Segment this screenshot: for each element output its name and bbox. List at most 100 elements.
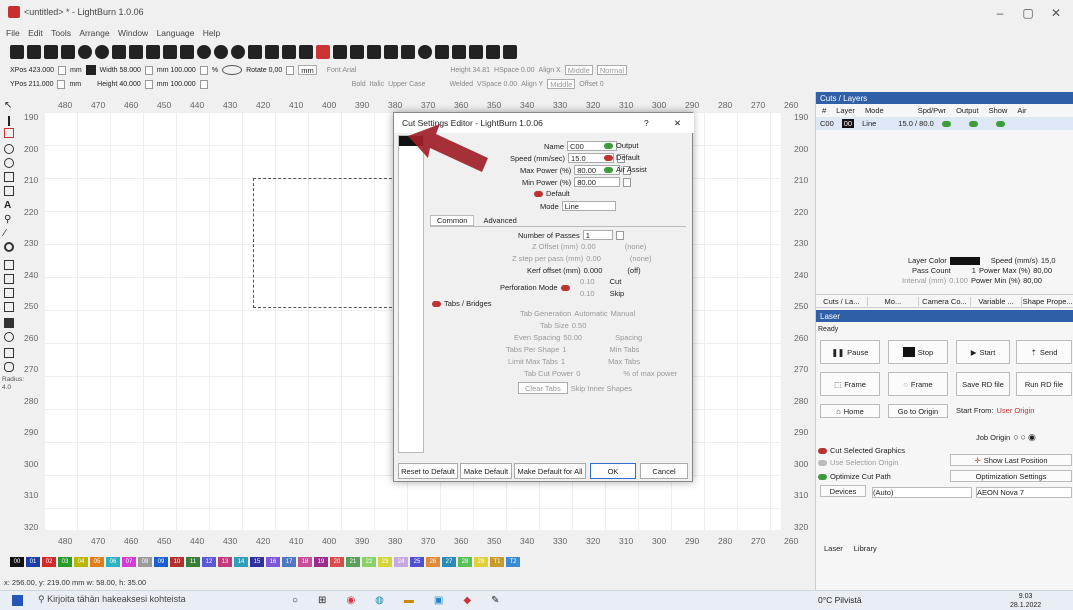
distribute-icon[interactable] <box>469 45 483 59</box>
perforation-toggle[interactable] <box>560 284 570 291</box>
power-max-value[interactable]: 80,00 <box>1033 266 1052 275</box>
corner-icon[interactable] <box>4 348 14 358</box>
tab-move[interactable]: Mo... <box>868 296 920 306</box>
edit-node-icon[interactable] <box>401 45 415 59</box>
undo-icon[interactable] <box>78 45 92 59</box>
z-step-input[interactable]: 0.00 <box>586 254 601 263</box>
minimize-button[interactable]: – <box>988 4 1012 22</box>
font-field[interactable]: Font Arial <box>327 67 357 74</box>
maximize-button[interactable]: ▢ <box>1016 4 1040 22</box>
boolean-diff-icon[interactable] <box>4 274 14 284</box>
measure-icon[interactable]: ⁄ <box>4 228 14 239</box>
pass-count-value[interactable]: 1 <box>972 266 976 275</box>
devices-button[interactable]: Devices <box>820 485 866 497</box>
target-icon[interactable] <box>418 45 432 59</box>
text-icon[interactable]: A <box>4 200 14 211</box>
paint-icon[interactable]: ✎ <box>491 595 499 606</box>
text-box-icon[interactable] <box>4 186 14 196</box>
cortana-icon[interactable]: ○ <box>292 595 298 606</box>
palette-swatch[interactable]: 18 <box>298 557 312 567</box>
radius-field[interactable]: 4.0 <box>2 384 11 391</box>
port-select[interactable]: (Auto) <box>873 488 893 497</box>
weather-widget[interactable]: 0°C Pilvistä <box>818 595 862 605</box>
width-spin[interactable] <box>144 65 153 75</box>
welded-toggle[interactable]: Welded <box>449 81 473 88</box>
selected-shape[interactable] <box>253 178 402 308</box>
menu-arrange[interactable]: Arrange <box>79 28 109 38</box>
palette-swatch[interactable]: T2 <box>506 557 520 567</box>
zoom-out-icon[interactable] <box>214 45 228 59</box>
layer-output-toggle[interactable] <box>941 120 951 127</box>
close-button[interactable]: ✕ <box>1044 4 1068 22</box>
align-y-select[interactable]: Middle <box>547 79 576 89</box>
optimize-toggle[interactable] <box>818 473 827 480</box>
palette-swatch[interactable]: 23 <box>378 557 392 567</box>
offset-icon[interactable] <box>4 242 14 252</box>
palette-swatch[interactable]: 00 <box>10 557 24 567</box>
tab-gen-manual[interactable]: Manual <box>611 309 636 318</box>
palette-swatch[interactable]: 22 <box>362 557 376 567</box>
palette-swatch[interactable]: 20 <box>330 557 344 567</box>
redo-icon[interactable] <box>95 45 109 59</box>
scale-x-field[interactable]: mm 100.000 <box>157 67 196 74</box>
mode-select[interactable]: Line <box>561 201 616 211</box>
palette-swatch[interactable]: 09 <box>154 557 168 567</box>
output-toggle[interactable] <box>604 142 613 149</box>
default-toggle[interactable] <box>604 154 613 161</box>
scale-y-field[interactable]: mm 100.000 <box>157 81 196 88</box>
layer-air-toggle[interactable] <box>995 120 1005 127</box>
menu-window[interactable]: Window <box>118 28 148 38</box>
arrange-icon[interactable] <box>486 45 500 59</box>
delete-icon[interactable] <box>163 45 177 59</box>
use-selection-origin-toggle[interactable] <box>818 459 827 466</box>
edge-icon[interactable]: ◍ <box>375 595 384 606</box>
save-icon[interactable] <box>44 45 58 59</box>
stop-button[interactable]: Stop <box>888 340 948 364</box>
help-button[interactable]: ? <box>644 118 649 128</box>
device-select[interactable]: AEON Nova 7 <box>977 488 1024 497</box>
tab-shape-props[interactable]: Shape Prope... <box>1022 296 1073 306</box>
palette-swatch[interactable]: 06 <box>106 557 120 567</box>
menu-file[interactable]: File <box>6 28 20 38</box>
vspace-field[interactable]: VSpace 0.00 <box>477 81 517 88</box>
position-laser-icon[interactable]: ⚲ <box>4 214 14 225</box>
palette-swatch[interactable]: 25 <box>410 557 424 567</box>
edit-nodes-icon[interactable] <box>8 116 10 126</box>
palette-swatch[interactable]: 26 <box>426 557 440 567</box>
lightburn-taskbar-icon[interactable]: ◆ <box>463 595 471 606</box>
explorer-icon[interactable]: ▬ <box>404 595 414 606</box>
tab-common[interactable]: Common <box>430 215 475 226</box>
tab-laser[interactable]: Laser <box>820 544 847 553</box>
line-icon[interactable] <box>4 172 14 182</box>
group-icon[interactable] <box>435 45 449 59</box>
clear-tabs-button[interactable]: Clear Tabs <box>518 382 568 394</box>
scale-y-spin[interactable] <box>199 79 208 89</box>
min-power-spin[interactable] <box>623 177 632 187</box>
italic-toggle[interactable]: Italic <box>370 81 384 88</box>
save-as-icon[interactable] <box>61 45 75 59</box>
palette-swatch[interactable]: 07 <box>122 557 136 567</box>
palette-swatch[interactable]: 03 <box>58 557 72 567</box>
speed-value[interactable]: 15,0 <box>1041 256 1056 265</box>
ypos-spin[interactable] <box>57 79 66 89</box>
layer-mode[interactable]: Line <box>862 119 876 128</box>
tab-gen-auto[interactable]: Automatic <box>574 309 607 318</box>
palette-swatch[interactable]: 16 <box>266 557 280 567</box>
xpos-spin[interactable] <box>57 65 66 75</box>
home-button[interactable]: ⌂ Home <box>820 404 880 418</box>
even-spacing-input[interactable]: 50.00 <box>563 333 582 342</box>
ypos-field[interactable]: YPos 211.000 <box>10 81 53 88</box>
palette-swatch[interactable]: T1 <box>490 557 504 567</box>
store-icon[interactable]: ▣ <box>434 595 443 606</box>
layer-color-swatch[interactable] <box>949 256 980 265</box>
frame-button[interactable]: ⬚ Frame <box>820 372 880 396</box>
camera-icon[interactable] <box>265 45 279 59</box>
passes-spin[interactable] <box>615 230 624 240</box>
palette-swatch[interactable]: 29 <box>474 557 488 567</box>
tools-icon[interactable] <box>316 45 330 59</box>
bold-toggle[interactable]: Bold <box>352 81 366 88</box>
new-file-icon[interactable] <box>10 45 24 59</box>
scale-x-spin[interactable] <box>199 65 208 75</box>
menu-edit[interactable]: Edit <box>28 28 43 38</box>
send-button[interactable]: ⇡ Send <box>1016 340 1072 364</box>
